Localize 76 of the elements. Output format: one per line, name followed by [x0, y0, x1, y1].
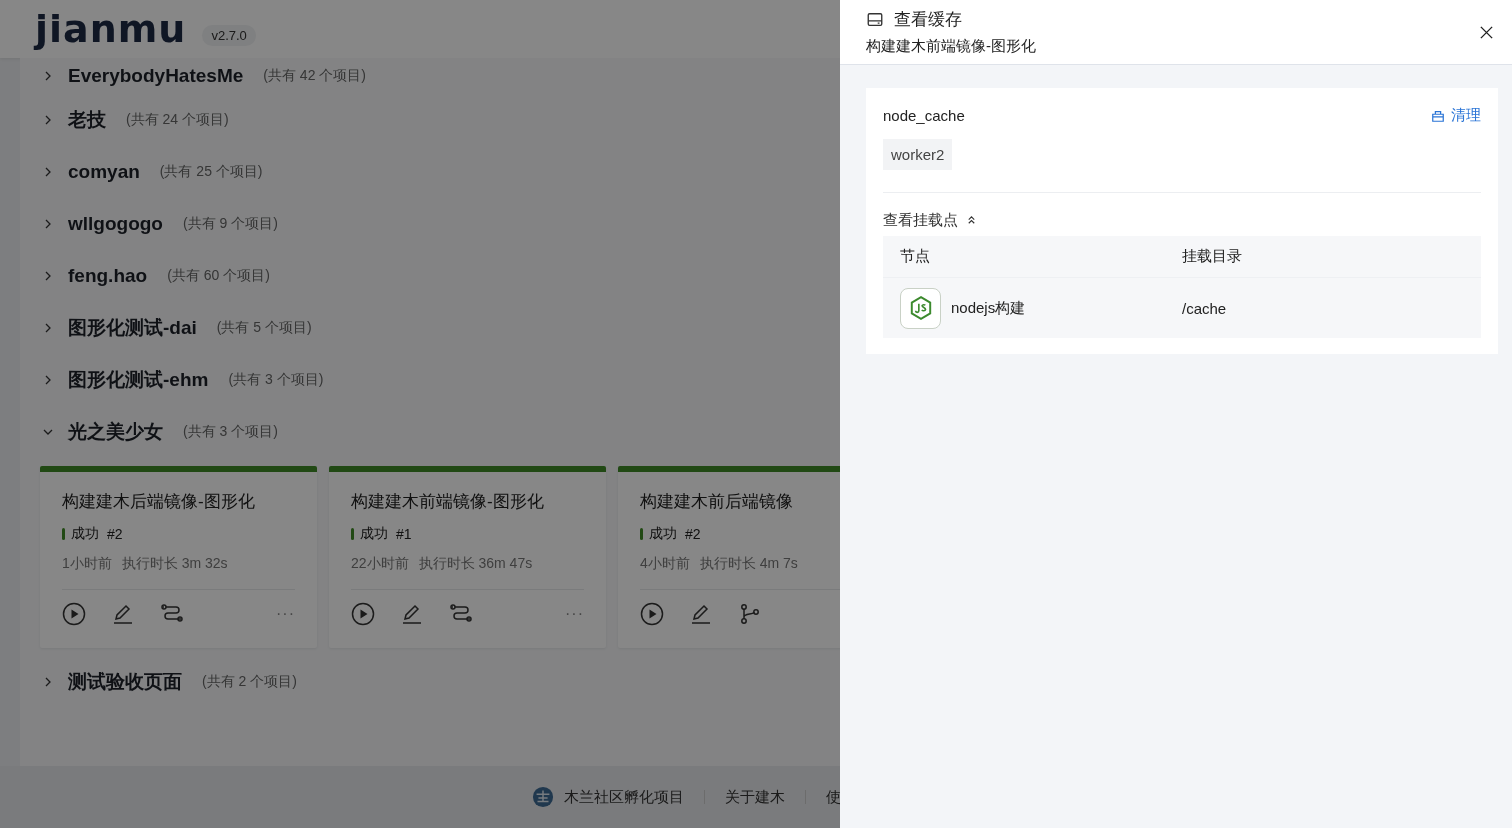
group-name: 老技: [68, 108, 106, 132]
duration-text: 执行时长 3m 32s: [121, 555, 228, 573]
version-badge: v2.7.0: [202, 24, 256, 46]
project-title: 构建建木后端镜像-图形化: [62, 491, 256, 513]
drawer-subtitle: 构建建木前端镜像-图形化: [866, 37, 1036, 56]
time-ago: 4小时前: [640, 555, 690, 573]
close-icon[interactable]: [1479, 24, 1494, 40]
group-count: (共有 24 个项目): [126, 111, 229, 129]
group-count: (共有 25 个项目): [159, 163, 263, 181]
play-icon[interactable]: [62, 602, 86, 626]
pencil-icon[interactable]: [111, 602, 135, 626]
group-name: wllgogogo: [68, 213, 163, 235]
clear-button[interactable]: 清理: [1431, 106, 1481, 125]
group-name: 图形化测试-dai: [68, 316, 197, 340]
more-button[interactable]: ···: [276, 605, 295, 623]
branch-icon[interactable]: [738, 602, 762, 626]
column-header: 节点: [900, 247, 931, 266]
group-header[interactable]: 图形化测试-ehm (共有 3 个项目): [40, 354, 330, 406]
status-bar: [640, 528, 643, 540]
group-header[interactable]: feng.hao (共有 60 个项目): [40, 250, 276, 302]
project-card[interactable]: 构建建木后端镜像-图形化 成功 #2 1小时前 执行时长 3m 32s ···: [40, 466, 317, 648]
column-header: 挂载目录: [1182, 247, 1243, 266]
footer-link[interactable]: 使: [826, 787, 841, 807]
build-number: #2: [107, 526, 123, 542]
duration-text: 执行时长 36m 47s: [418, 555, 533, 573]
footer-link[interactable]: 木兰社区孵化项目: [564, 787, 684, 807]
group-header[interactable]: wllgogogo (共有 9 个项目): [40, 198, 284, 250]
community-logo-icon: [532, 786, 554, 808]
status-bar: [351, 528, 354, 540]
drawer-title: 查看缓存: [894, 9, 962, 31]
status-bar: [62, 528, 65, 540]
nodejs-icon: [900, 287, 941, 329]
group-name: 测试验收页面: [68, 670, 182, 694]
pencil-icon[interactable]: [400, 602, 424, 626]
footer-link[interactable]: 关于建木: [725, 787, 785, 807]
build-number: #1: [396, 526, 412, 542]
group-name: EverybodyHatesMe: [68, 65, 244, 87]
group-count: (共有 60 个项目): [167, 267, 270, 285]
status-text: 成功: [71, 525, 99, 543]
group-count: (共有 9 个项目): [183, 215, 278, 233]
worker-tag: worker2: [883, 139, 953, 170]
table-cell: nodejs构建: [951, 298, 1026, 318]
group-header[interactable]: comyan (共有 25 个项目): [40, 146, 269, 198]
project-card[interactable]: 构建建木前端镜像-图形化 成功 #1 22小时前 执行时长 36m 47s ···: [329, 466, 606, 648]
status-text: 成功: [360, 525, 388, 543]
double-chevron-icon: [966, 215, 977, 226]
cache-name: node_cache: [883, 107, 965, 124]
group-name: feng.hao: [68, 265, 148, 287]
group-name: comyan: [68, 161, 140, 183]
group-header[interactable]: 老技 (共有 24 个项目): [40, 94, 235, 146]
table-cell: /cache: [1182, 299, 1227, 317]
group-header[interactable]: 测试验收页面 (共有 2 个项目): [40, 656, 303, 708]
group-header[interactable]: 光之美少女 (共有 3 个项目): [40, 406, 284, 458]
play-icon[interactable]: [640, 602, 664, 626]
project-title: 构建建木前端镜像-图形化: [351, 491, 545, 513]
time-ago: 22小时前: [351, 555, 409, 573]
jianmu-logo: jianmu: [35, 7, 187, 51]
group-name: 图形化测试-ehm: [68, 368, 209, 392]
pencil-icon[interactable]: [689, 602, 713, 626]
group-count: (共有 2 个项目): [202, 673, 297, 691]
group-count: (共有 42 个项目): [263, 67, 366, 85]
group-count: (共有 3 个项目): [183, 423, 278, 441]
mounts-toggle[interactable]: 查看挂载点: [883, 211, 977, 230]
status-text: 成功: [649, 525, 677, 543]
time-ago: 1小时前: [62, 555, 112, 573]
play-icon[interactable]: [351, 602, 375, 626]
build-number: #2: [685, 526, 701, 542]
group-count: (共有 3 个项目): [228, 371, 324, 389]
more-button[interactable]: ···: [565, 605, 584, 623]
drive-icon: [866, 10, 884, 29]
group-header[interactable]: EverybodyHatesMe (共有 42 个项目): [40, 58, 372, 94]
group-count: (共有 5 个项目): [216, 319, 312, 337]
duration-text: 执行时长 4m 7s: [699, 555, 798, 573]
group-header[interactable]: 图形化测试-dai (共有 5 个项目): [40, 302, 318, 354]
project-title: 构建建木前后端镜像: [640, 491, 794, 513]
group-name: 光之美少女: [68, 420, 163, 444]
